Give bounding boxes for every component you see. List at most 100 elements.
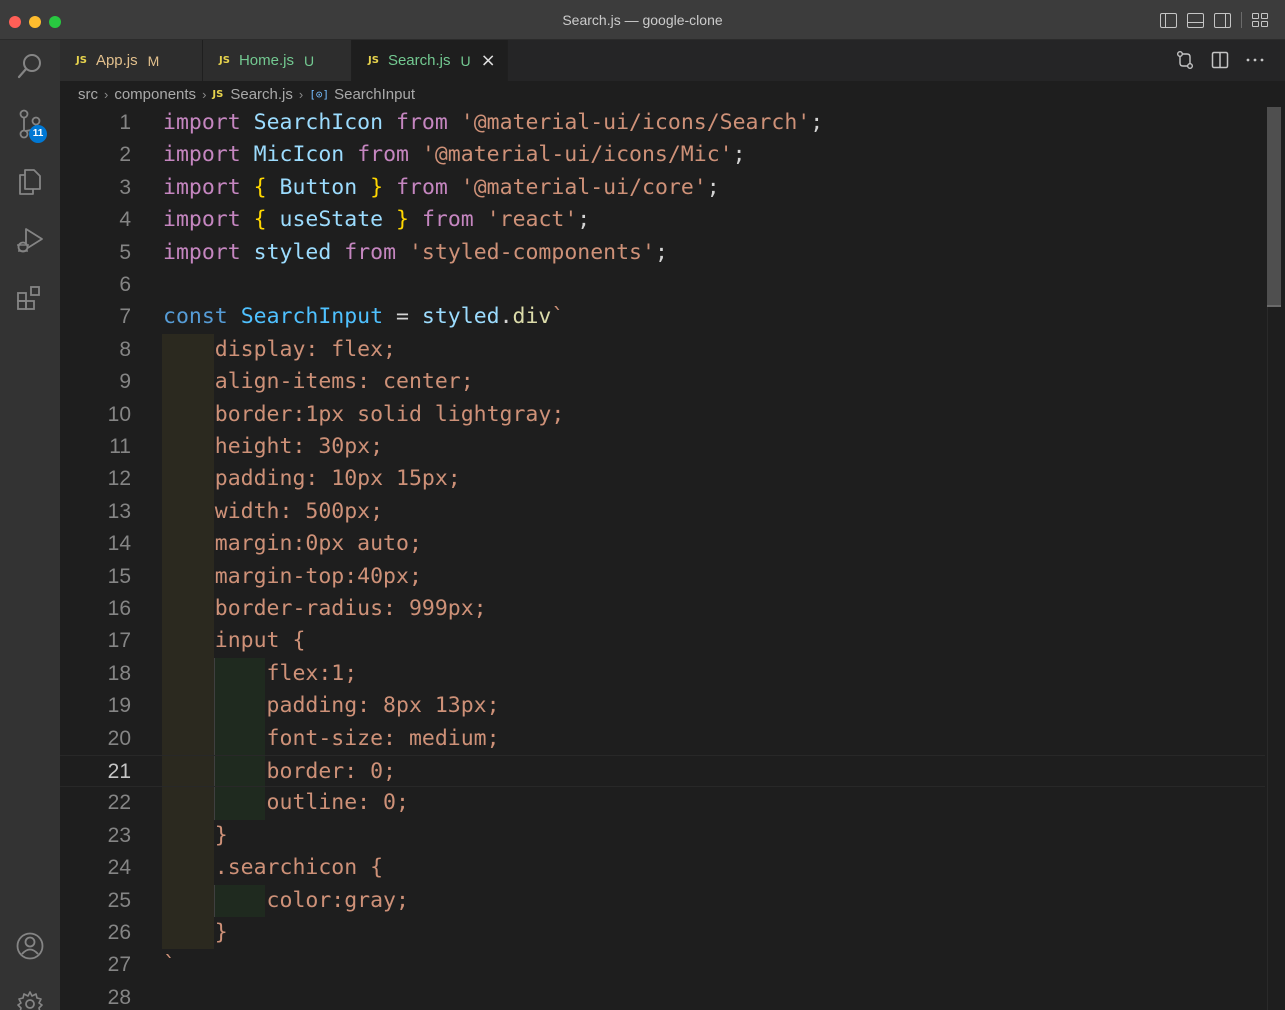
activity-extensions[interactable] xyxy=(0,274,60,322)
code-line[interactable]: 10 border:1px solid lightgray; xyxy=(60,398,1265,431)
code-line[interactable]: 8 display: flex; xyxy=(60,333,1265,367)
line-number: 25 xyxy=(107,888,131,912)
code-line[interactable]: 7 const SearchInput = styled.div` xyxy=(60,301,1265,333)
breadcrumb-components[interactable]: components xyxy=(114,86,196,103)
breadcrumb-src[interactable]: src xyxy=(78,86,98,103)
open-changes-icon[interactable] xyxy=(1175,50,1195,70)
code-line[interactable]: 4 import { useState } from 'react'; xyxy=(60,204,1265,236)
title-bar: Search.js — google-clone xyxy=(0,0,1285,40)
code-text: align-items: center; xyxy=(163,369,474,395)
line-number: 28 xyxy=(107,985,131,1009)
toggle-secondary-sidebar-icon[interactable] xyxy=(1214,12,1231,28)
code-line[interactable]: 17 input { xyxy=(60,625,1265,658)
activity-manage[interactable] xyxy=(0,980,60,1010)
gear-icon xyxy=(17,991,43,1010)
code-text: width: 500px; xyxy=(163,498,384,524)
code-line[interactable]: 27 ` xyxy=(60,949,1265,981)
chevron-right-icon: › xyxy=(298,86,304,102)
tab-home-js[interactable]: JS Home.js U xyxy=(203,40,352,81)
breadcrumb-file[interactable]: Search.js xyxy=(230,86,293,103)
code-line[interactable]: 19 padding: 8px 13px; xyxy=(60,690,1265,723)
editor-tabs: JS App.js M JS Home.js U JS Search.js U … xyxy=(60,40,1285,81)
code-text: input { xyxy=(163,628,306,654)
code-line[interactable]: 11 height: 30px; xyxy=(60,431,1265,464)
code-text: ` xyxy=(163,952,176,978)
line-number: 21 xyxy=(107,760,131,783)
more-actions-icon[interactable] xyxy=(1245,51,1265,69)
search-icon xyxy=(17,54,41,79)
code-line[interactable]: 12 padding: 10px 15px; xyxy=(60,463,1265,496)
code-text: import SearchIcon from '@material-ui/ico… xyxy=(163,110,824,135)
javascript-file-icon: JS xyxy=(219,55,230,66)
code-line[interactable]: 22 outline: 0; xyxy=(60,787,1265,820)
tab-search-js[interactable]: JS Search.js U × xyxy=(352,40,508,81)
code-text: font-size: medium; xyxy=(163,725,500,751)
breadcrumb-symbol[interactable]: SearchInput xyxy=(334,86,415,103)
tab-app-js[interactable]: JS App.js M xyxy=(60,40,203,81)
code-line[interactable]: 5 import styled from 'styled-components'; xyxy=(60,237,1265,269)
code-line[interactable]: 13 width: 500px; xyxy=(60,495,1265,529)
code-line[interactable]: 3 import { Button } from '@material-ui/co… xyxy=(60,172,1265,204)
code-line[interactable]: 21 border: 0; xyxy=(60,755,1265,788)
code-line[interactable]: 14 margin:0px auto; xyxy=(60,528,1265,561)
line-number: 1 xyxy=(119,111,131,134)
line-number: 26 xyxy=(107,921,131,944)
code-line[interactable]: 25 color:gray; xyxy=(60,884,1265,917)
activity-accounts[interactable] xyxy=(0,922,60,970)
line-number: 19 xyxy=(107,694,131,718)
tab-status-untracked: U xyxy=(303,52,315,69)
code-line[interactable]: 16 border-radius: 999px; xyxy=(60,593,1265,626)
code-line[interactable]: 28 xyxy=(60,982,1265,1010)
line-number: 6 xyxy=(119,273,131,296)
line-number: 18 xyxy=(107,661,131,685)
javascript-file-icon: JS xyxy=(212,88,224,100)
code-line[interactable]: 15 margin-top:40px; xyxy=(60,560,1265,593)
activity-source-control[interactable]: 11 xyxy=(0,100,60,148)
line-number: 2 xyxy=(119,143,131,167)
code-text: height: 30px; xyxy=(163,434,384,459)
line-number: 8 xyxy=(119,337,131,361)
code-text: import { Button } from '@material-ui/cor… xyxy=(163,174,720,200)
toggle-panel-icon[interactable] xyxy=(1187,12,1204,28)
activity-explorer[interactable] xyxy=(0,158,60,206)
title-bar-divider xyxy=(1241,12,1242,28)
line-number: 24 xyxy=(107,856,131,880)
line-number: 16 xyxy=(107,597,131,620)
split-editor-icon[interactable] xyxy=(1211,51,1229,69)
activity-search[interactable] xyxy=(0,42,60,90)
breadcrumb: src › components › JS Search.js › [⊙] Se… xyxy=(60,81,1285,107)
code-editor[interactable]: 1 import SearchIcon from '@material-ui/ic… xyxy=(60,107,1285,1010)
code-text: import { useState } from 'react'; xyxy=(163,207,591,233)
code-line[interactable]: 1 import SearchIcon from '@material-ui/ic… xyxy=(60,107,1265,139)
code-line[interactable]: 26 } xyxy=(60,917,1265,950)
code-text: } xyxy=(163,920,228,945)
code-line[interactable]: 6 xyxy=(60,269,1265,301)
line-number: 22 xyxy=(107,791,131,815)
code-text: border: 0; xyxy=(163,759,396,784)
scrollbar-thumb[interactable] xyxy=(1267,107,1281,307)
line-number: 4 xyxy=(119,208,131,232)
window-title: Search.js — google-clone xyxy=(562,12,723,28)
run-debug-icon xyxy=(17,228,43,253)
code-line[interactable]: 18 flex:1; xyxy=(60,657,1265,691)
close-tab-icon[interactable]: × xyxy=(481,50,496,71)
code-line[interactable]: 23 } xyxy=(60,819,1265,853)
tab-label: Search.js xyxy=(387,52,451,69)
code-line[interactable]: 9 align-items: center; xyxy=(60,366,1265,399)
line-number: 7 xyxy=(119,305,131,329)
code-text: border-radius: 999px; xyxy=(163,596,487,621)
activity-run-debug[interactable] xyxy=(0,216,60,264)
code-line[interactable]: 2 import MicIcon from '@material-ui/icons… xyxy=(60,139,1265,171)
code-line[interactable]: 20 font-size: medium; xyxy=(60,722,1265,755)
files-icon xyxy=(19,169,41,195)
tab-status-modified: M xyxy=(147,52,160,69)
chevron-right-icon: › xyxy=(104,86,109,102)
code-text: import MicIcon from '@material-ui/icons/… xyxy=(163,142,746,168)
code-line[interactable]: 24 .searchicon { xyxy=(60,852,1265,885)
code-text: margin:0px auto; xyxy=(163,531,422,557)
javascript-file-icon: JS xyxy=(76,55,87,66)
customize-layout-icon[interactable] xyxy=(1252,12,1269,28)
code-text: margin-top:40px; xyxy=(163,563,422,589)
toggle-primary-sidebar-icon[interactable] xyxy=(1160,12,1177,28)
layout-controls xyxy=(1160,12,1269,28)
